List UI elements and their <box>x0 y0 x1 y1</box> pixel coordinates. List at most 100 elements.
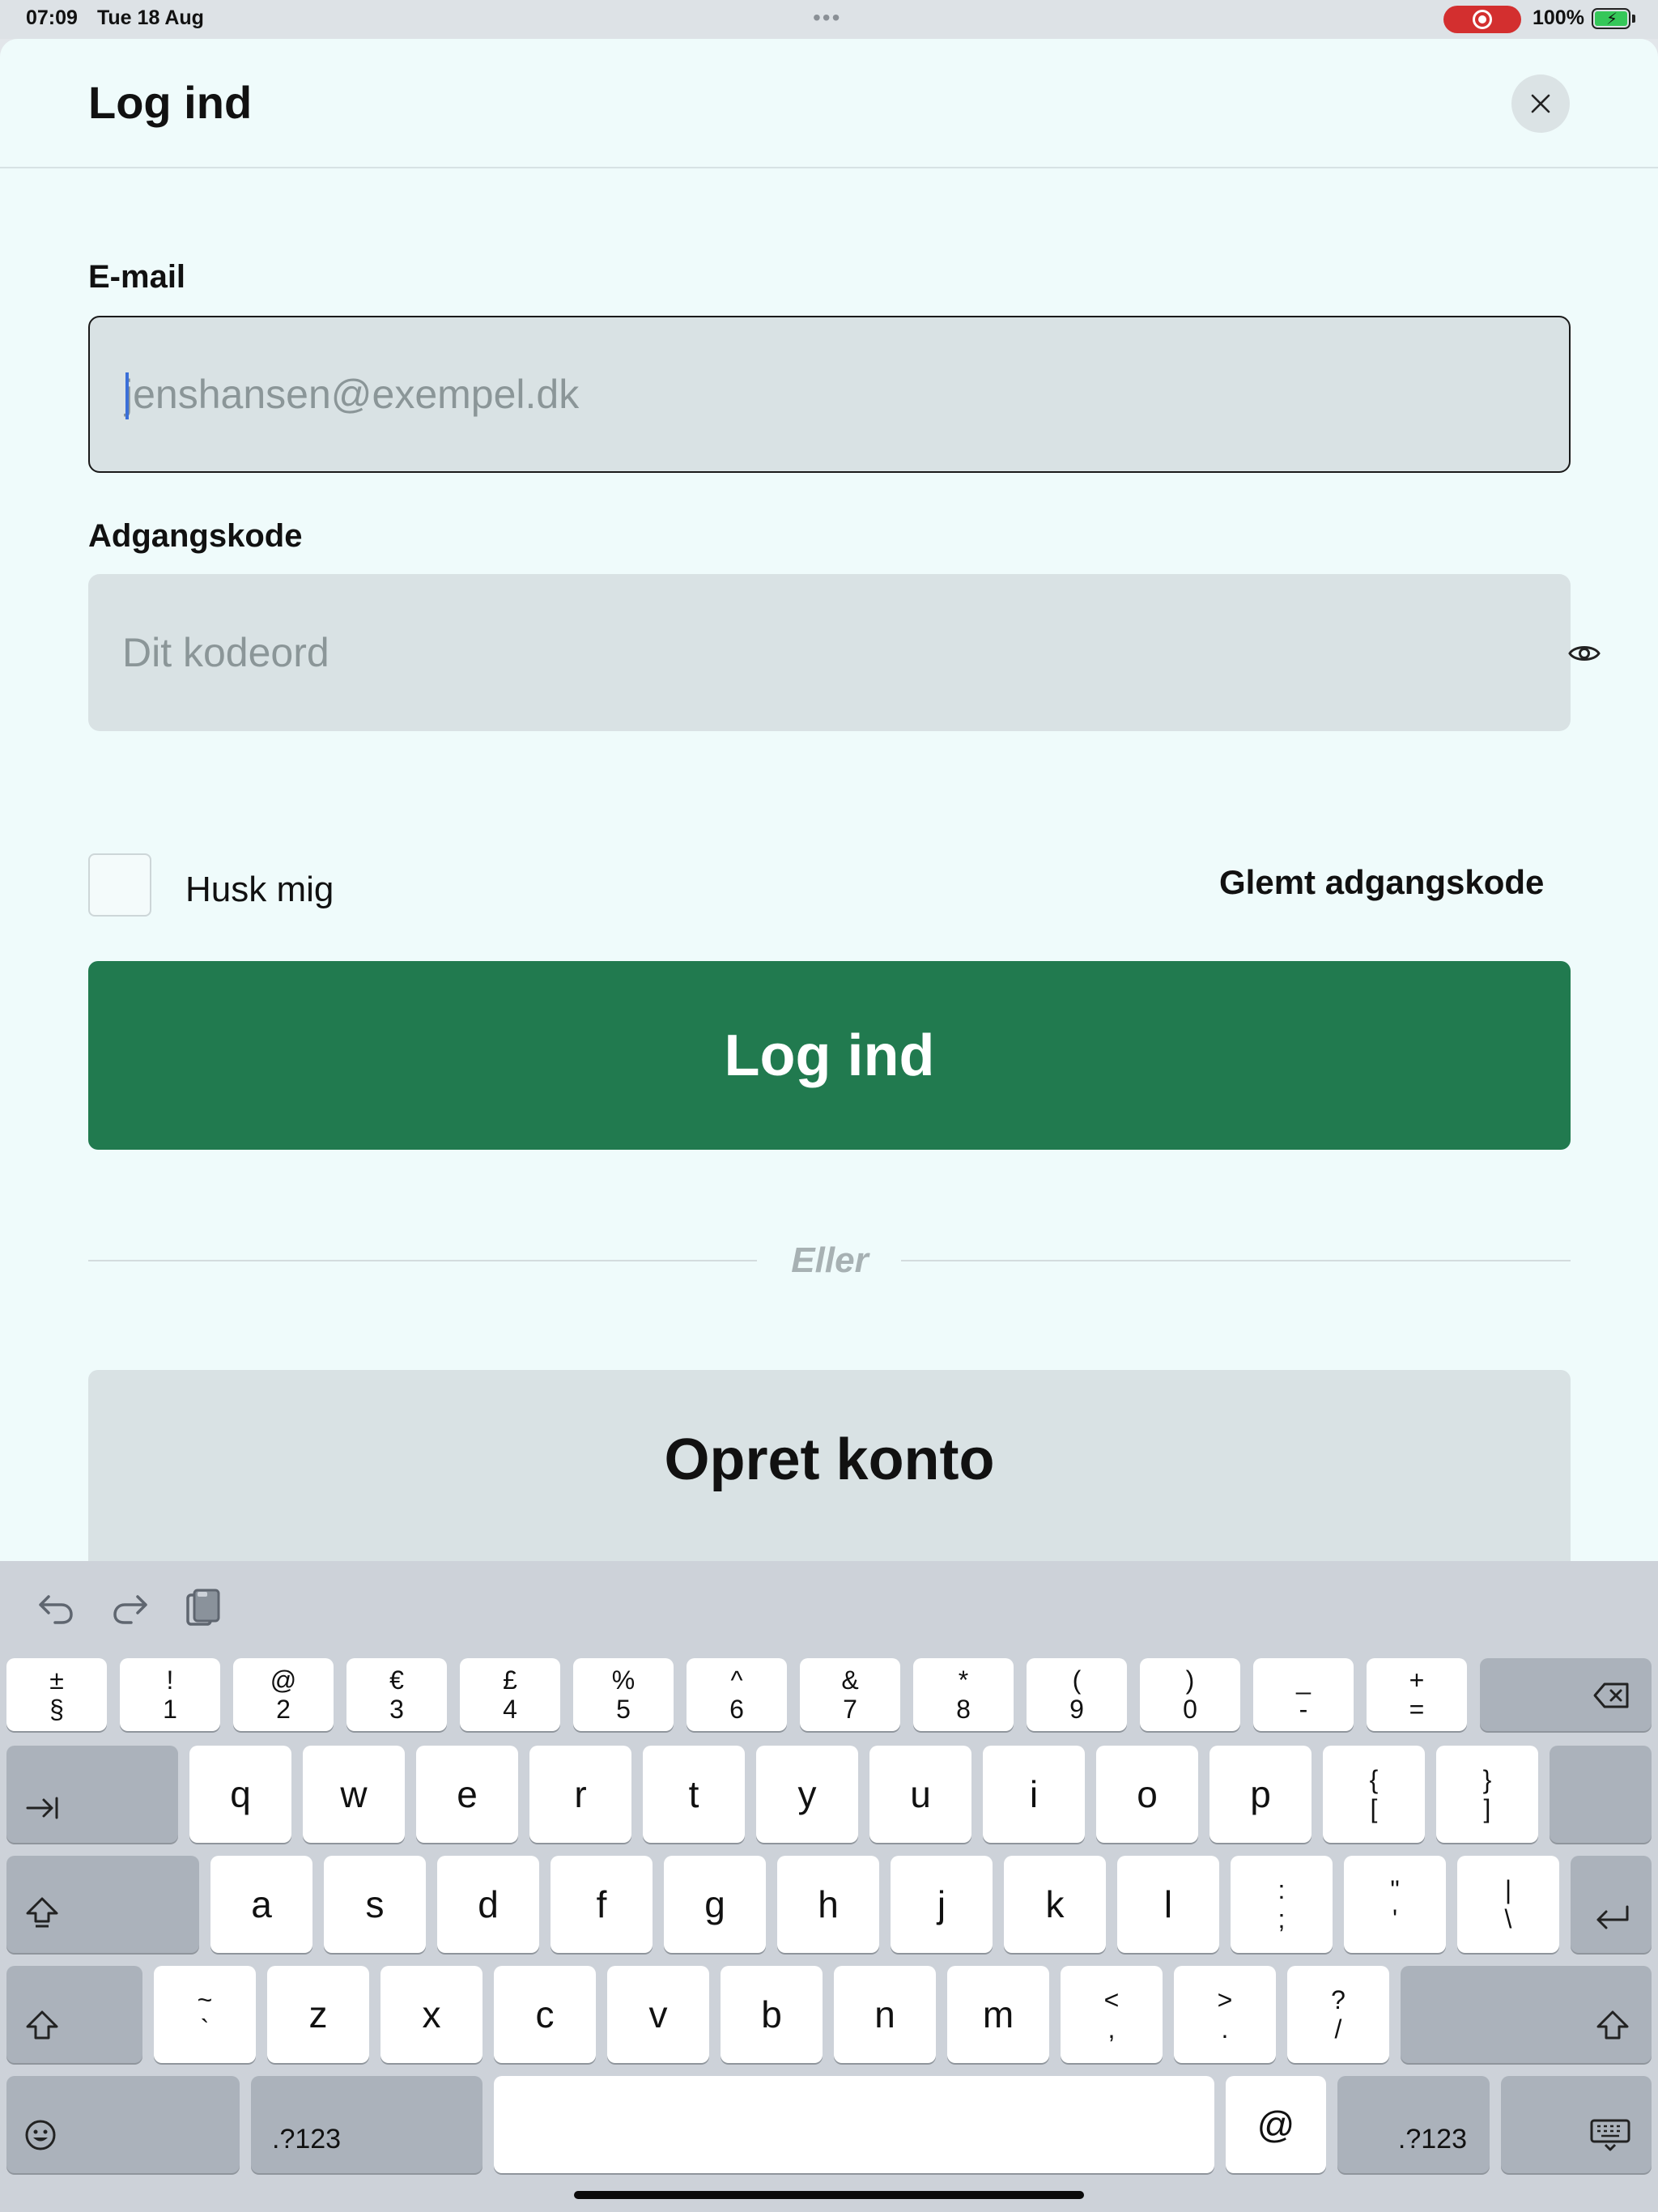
key-e[interactable]: e <box>416 1746 518 1843</box>
shift-key-right[interactable] <box>1401 1966 1652 2063</box>
key-t[interactable]: t <box>643 1746 745 1843</box>
key-x[interactable]: x <box>380 1966 483 2063</box>
key-f[interactable]: f <box>551 1856 653 1953</box>
key-number-9[interactable]: (9 <box>1027 1658 1127 1731</box>
redo-icon[interactable] <box>107 1585 152 1631</box>
onscreen-keyboard: ± §! 1 @2 €3 £4% 5 ^ 6 & 7 * 8(9) 0 _ - + = q w e r t y u i o p{[}]… <box>0 1561 1658 2212</box>
status-date: Tue 18 Aug <box>97 6 204 29</box>
key-pipe[interactable]: | \ <box>1457 1856 1559 1953</box>
key-j[interactable]: j <box>891 1856 993 1953</box>
key-number-3[interactable]: €3 <box>346 1658 447 1731</box>
key-number-0[interactable]: ± § <box>6 1658 107 1731</box>
key-s[interactable]: s <box>324 1856 426 1953</box>
key-label: w <box>340 1773 368 1815</box>
key-bottom-label: ] <box>1483 1794 1491 1823</box>
key-c[interactable]: c <box>494 1966 596 2063</box>
key-top-label: £ <box>503 1665 517 1695</box>
key-number-2[interactable]: @2 <box>233 1658 334 1731</box>
close-button[interactable] <box>1511 74 1570 133</box>
key-z[interactable]: z <box>267 1966 369 2063</box>
key-bracket-open[interactable]: {[ <box>1323 1746 1425 1843</box>
key-i[interactable]: i <box>983 1746 1085 1843</box>
key-d[interactable]: d <box>437 1856 539 1953</box>
key-q[interactable]: q <box>189 1746 291 1843</box>
key-p[interactable]: p <box>1209 1746 1312 1843</box>
key-bottom-label: 4 <box>503 1695 517 1724</box>
key-o[interactable]: o <box>1096 1746 1198 1843</box>
key-y[interactable]: y <box>756 1746 858 1843</box>
multitasking-dots-icon[interactable]: ••• <box>813 5 841 31</box>
key-top-label: ? <box>1331 1985 1346 2014</box>
key-n[interactable]: n <box>834 1966 936 2063</box>
return-key-top[interactable] <box>1550 1746 1652 1843</box>
password-field[interactable] <box>88 574 1601 731</box>
key-top-label: @ <box>270 1665 297 1695</box>
key-colon[interactable]: :; <box>1231 1856 1333 1953</box>
key-b[interactable]: b <box>721 1966 823 2063</box>
key-k[interactable]: k <box>1004 1856 1106 1953</box>
key-number-10[interactable]: ) 0 <box>1140 1658 1240 1731</box>
key-m[interactable]: m <box>947 1966 1049 2063</box>
key-number-6[interactable]: ^ 6 <box>687 1658 787 1731</box>
return-key[interactable] <box>1571 1856 1652 1953</box>
key-bottom-label: 8 <box>956 1695 971 1724</box>
login-button[interactable]: Log ind <box>88 961 1571 1150</box>
key-quote[interactable]: " ' <box>1344 1856 1446 1953</box>
key-l[interactable]: l <box>1117 1856 1219 1953</box>
key-top-label: + <box>1409 1665 1425 1695</box>
status-bar: 07:09 Tue 18 Aug ••• 100% ⚡ <box>0 0 1658 39</box>
key-top-label: { <box>1369 1765 1379 1794</box>
email-field[interactable] <box>88 316 1571 473</box>
caps-lock-key[interactable] <box>6 1856 199 1953</box>
undo-icon[interactable] <box>34 1585 79 1631</box>
key-bottom-label: 0 <box>1183 1695 1197 1724</box>
key-bottom-label: 1 <box>163 1695 177 1724</box>
key-bottom-label: ` <box>200 2014 210 2044</box>
key-bracket-close[interactable]: }] <box>1436 1746 1538 1843</box>
key-u[interactable]: u <box>869 1746 971 1843</box>
key-a[interactable]: a <box>210 1856 312 1953</box>
key-number-5[interactable]: % 5 <box>573 1658 674 1731</box>
key-question[interactable]: ? / <box>1287 1966 1389 2063</box>
tab-key[interactable] <box>6 1746 178 1843</box>
keyboard-dismiss-key[interactable] <box>1501 2076 1652 2173</box>
key-top-label: ! <box>166 1665 174 1695</box>
numbers-key-right[interactable]: .?123 <box>1337 2076 1490 2173</box>
at-key[interactable]: @ <box>1226 2076 1326 2173</box>
home-indicator[interactable] <box>574 2191 1084 2199</box>
key-w[interactable]: w <box>303 1746 405 1843</box>
key-number-4[interactable]: £4 <box>460 1658 560 1731</box>
battery-tip <box>1632 15 1635 23</box>
key-label: .?123 <box>1397 2124 1467 2155</box>
shift-key-left[interactable] <box>6 1966 142 2063</box>
key-r[interactable]: r <box>529 1746 631 1843</box>
key-number-11[interactable]: _ - <box>1253 1658 1354 1731</box>
remember-me-checkbox[interactable] <box>88 853 151 917</box>
key-tilde[interactable]: ~ ` <box>154 1966 256 2063</box>
key-number-8[interactable]: * 8 <box>913 1658 1014 1731</box>
key-v[interactable]: v <box>607 1966 709 2063</box>
create-account-button[interactable]: Opret konto <box>88 1370 1571 1561</box>
key-h[interactable]: h <box>777 1856 879 1953</box>
key-number-12[interactable]: + = <box>1367 1658 1467 1731</box>
key-g[interactable]: g <box>664 1856 766 1953</box>
emoji-key[interactable] <box>6 2076 240 2173</box>
forgot-password-link[interactable]: Glemt adgangskode <box>1219 863 1544 902</box>
key-number-7[interactable]: & 7 <box>800 1658 900 1731</box>
password-input[interactable] <box>122 574 1482 731</box>
key-greater-than[interactable]: >. <box>1174 1966 1276 2063</box>
key-bottom-label: . <box>1221 2014 1229 2044</box>
key-bottom-label: 2 <box>276 1695 291 1724</box>
screen-recording-indicator[interactable] <box>1443 6 1521 33</box>
delete-key[interactable] <box>1480 1658 1652 1731</box>
space-key[interactable] <box>494 2076 1214 2173</box>
key-bottom-label: [ <box>1370 1794 1378 1823</box>
paste-icon[interactable] <box>180 1585 225 1631</box>
key-number-1[interactable]: ! 1 <box>120 1658 220 1731</box>
key-less-than[interactable]: <, <box>1061 1966 1163 2063</box>
key-bottom-label: , <box>1107 2014 1116 2044</box>
email-input[interactable] <box>124 317 1484 471</box>
key-label: i <box>1029 1773 1039 1815</box>
show-password-button[interactable] <box>1567 639 1602 668</box>
numbers-key-left[interactable]: .?123 <box>251 2076 483 2173</box>
